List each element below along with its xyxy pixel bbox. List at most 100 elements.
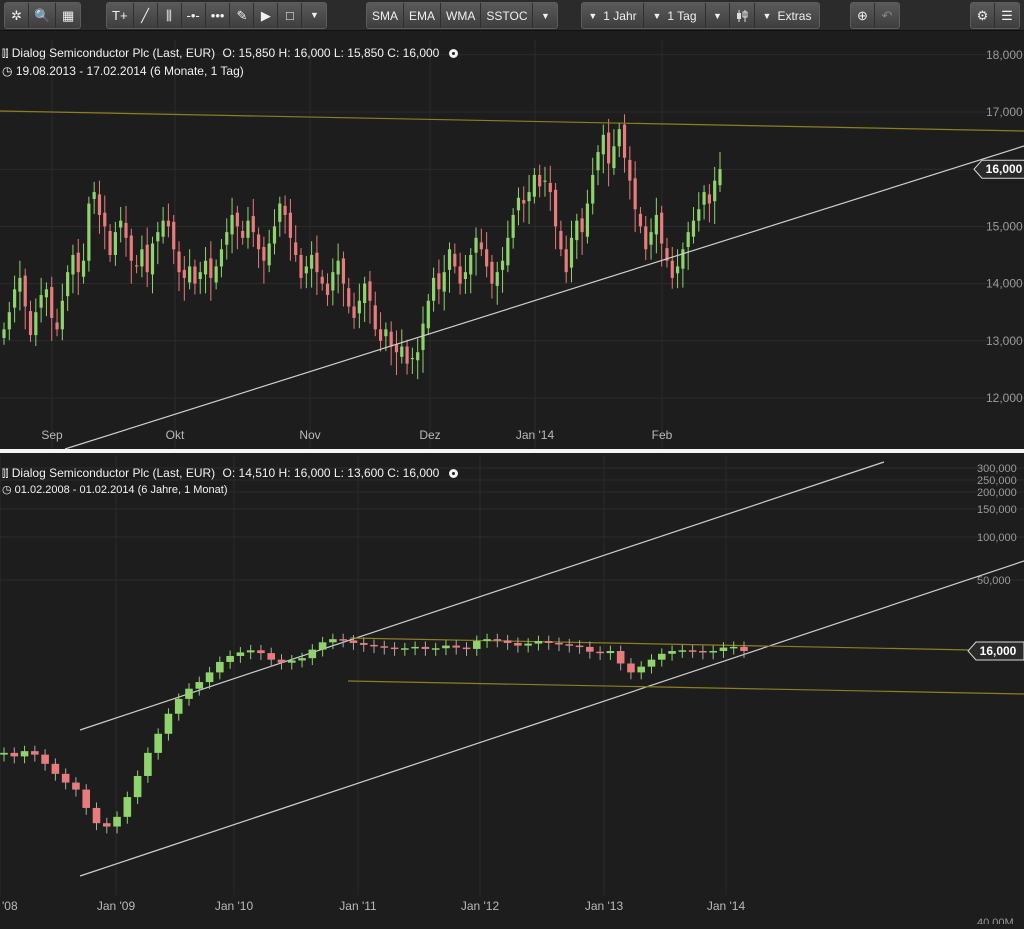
lower-channel-line (79, 560, 1024, 877)
grid-icon[interactable]: ▦ (56, 3, 81, 28)
candle-body (442, 645, 450, 649)
candle-body (697, 209, 701, 221)
candle-body (235, 212, 239, 227)
candle-body (230, 214, 234, 235)
fibonacci-tool-icon[interactable]: ⫼ (157, 3, 182, 28)
candle-body (426, 300, 430, 329)
indicator-buttons: SMA EMA WMA SSTOC ▼ (366, 2, 559, 29)
candle-body (596, 651, 604, 654)
candle-body (145, 244, 149, 273)
sstoc-button[interactable]: SSTOC (481, 3, 534, 28)
rectangle-tool-icon[interactable]: □ (278, 3, 303, 28)
candle-body (548, 182, 552, 193)
candle-body (55, 322, 59, 330)
candle-body (532, 174, 536, 197)
candle-body (580, 218, 584, 233)
candle-body (188, 266, 192, 283)
chevron-down-icon[interactable]: ▼ (706, 3, 730, 28)
line-tool-icon[interactable]: ╱ (133, 3, 158, 28)
bottom-chart-svg[interactable]: '08 Jan '09 Jan '10 Jan '11 Jan '12 Jan '13 Ja… (0, 455, 1024, 929)
candle-body (166, 220, 171, 227)
candle-body (453, 253, 457, 267)
resistance-line (349, 637, 1024, 652)
candle-body (511, 214, 515, 238)
candle-body (607, 132, 611, 164)
candle-body (431, 648, 440, 650)
candle-body (174, 698, 183, 714)
candlestick-icon[interactable] (730, 3, 755, 28)
chevron-down-icon[interactable]: ▼ (533, 3, 558, 28)
candle-body (633, 178, 637, 210)
candle-body (225, 232, 229, 245)
candle-body (506, 237, 510, 266)
candle-body (20, 751, 29, 757)
candle-body (287, 660, 296, 663)
tool-group-main: ✲ 🔍 ▦ (4, 2, 82, 29)
interval-select[interactable]: ▼ 1 Tag (644, 3, 706, 28)
candle-body (87, 203, 91, 261)
candle-body (331, 272, 335, 291)
candle-body (82, 789, 91, 808)
candle-body (452, 645, 461, 648)
candle-body (469, 255, 473, 275)
settings-dot-icon[interactable] (448, 49, 458, 58)
candle-body (195, 682, 204, 689)
cursor-icon[interactable]: ▶ (254, 3, 279, 28)
candle-body (23, 275, 27, 307)
display-settings-icon[interactable]: ⚙ (971, 3, 995, 28)
range-label: 1 Jahr (603, 8, 637, 23)
undo-icon[interactable]: ↶ (875, 3, 899, 28)
search-icon[interactable]: 🔍 (29, 3, 57, 28)
candle-body (363, 283, 367, 304)
extras-menu[interactable]: ▼ Extras (755, 3, 819, 28)
x-tick-label: Sep (41, 428, 63, 442)
candle-body (390, 647, 399, 650)
pencil-icon[interactable]: ✎ (230, 3, 255, 28)
y-tick-label: 250,000 (977, 475, 1017, 487)
candle-body (543, 180, 547, 182)
candle-body (437, 273, 441, 290)
x-tick-label: Jan '14 (516, 428, 555, 442)
candle-body (304, 266, 308, 274)
sma-button[interactable]: SMA (367, 3, 405, 28)
candle-body (527, 192, 531, 202)
candle-body (516, 197, 521, 211)
y-tick-label: 17,000 (986, 105, 1023, 119)
candle-body (92, 192, 96, 199)
last-price-label: 16,000 (986, 162, 1023, 176)
candle-body (0, 752, 8, 755)
candle-body (670, 260, 674, 278)
chevron-down-icon[interactable]: ▼ (302, 3, 327, 28)
dotted-line-icon[interactable]: ••• (205, 3, 231, 28)
last-price-label: 16,000 (980, 644, 1017, 658)
ema-button[interactable]: EMA (404, 3, 442, 28)
zoom-icon[interactable]: ⊕ (851, 3, 875, 28)
candle-body (681, 249, 685, 269)
candle-body (378, 329, 383, 341)
range-select[interactable]: ▼ 1 Jahr (582, 3, 644, 28)
candle-body (278, 203, 282, 222)
candle-body (622, 124, 627, 158)
chart-type-icon: ⫿⫿ (2, 469, 9, 480)
candle-body (702, 192, 706, 205)
candle-body (493, 639, 502, 641)
candle-body (267, 653, 276, 660)
candle-body (329, 639, 337, 643)
candle-body (463, 272, 468, 280)
sliders-icon[interactable]: ☰ (995, 3, 1019, 28)
candle-body (699, 651, 707, 653)
candle-body (596, 152, 600, 171)
wma-button[interactable]: WMA (441, 3, 482, 28)
horizontal-line-icon[interactable]: -•- (181, 3, 206, 28)
text-tool-icon[interactable]: T+ (107, 3, 134, 28)
settings-dot-icon[interactable] (448, 469, 458, 478)
bottom-chart-header: ⫿⫿ Dialog Semiconductor Plc (Last, EUR) … (2, 466, 458, 480)
candle-body (352, 306, 356, 318)
candle-body (500, 260, 505, 270)
gear-icon[interactable]: ✲ (5, 3, 29, 28)
top-chart-title: Dialog Semiconductor Plc (Last, EUR) (11, 46, 216, 60)
chevron-down-icon: ▼ (652, 10, 662, 21)
top-chart-header: ⫿⫿ Dialog Semiconductor Plc (Last, EUR) … (2, 46, 458, 60)
panel-separator[interactable] (0, 449, 1024, 453)
top-chart-svg[interactable]: SepOktNovDezJan '14Feb19,00018,00017,000… (0, 0, 1024, 462)
